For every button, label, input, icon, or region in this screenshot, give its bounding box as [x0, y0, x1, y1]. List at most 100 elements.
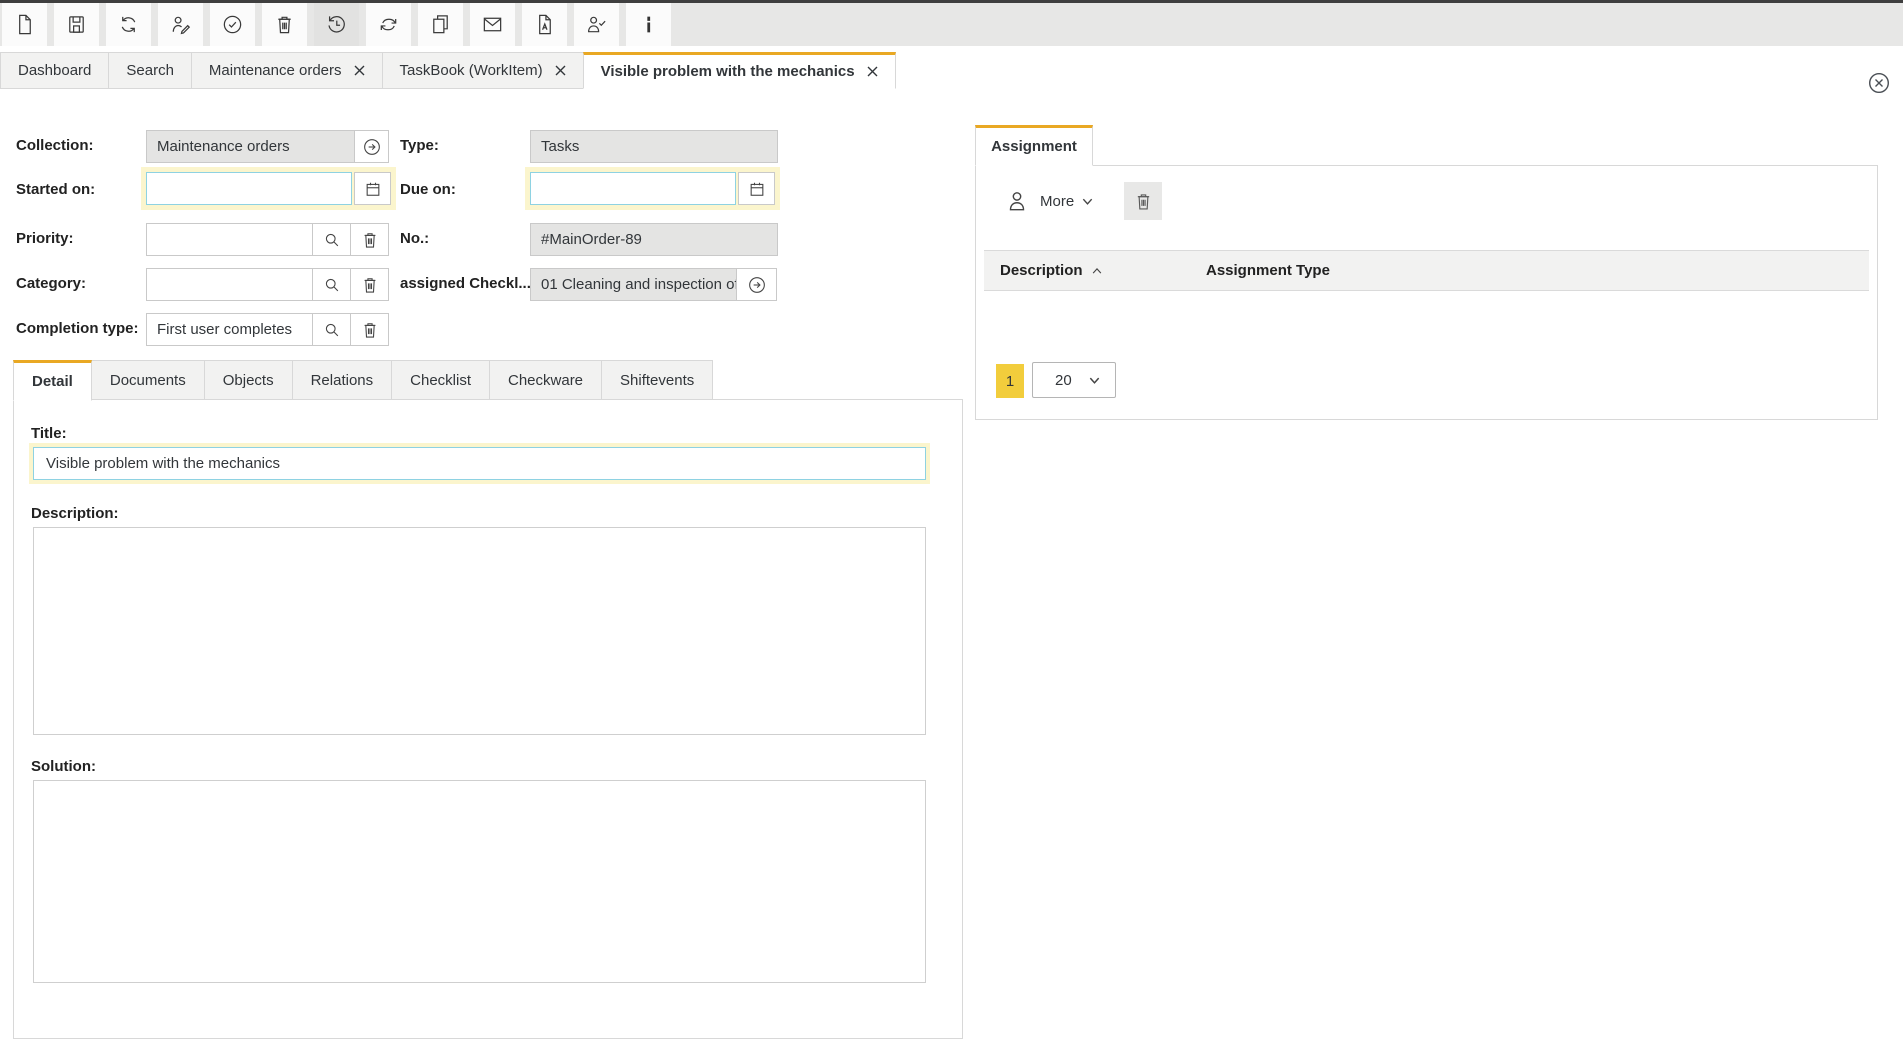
approve-user-button[interactable]: [574, 3, 619, 46]
person-icon: [1004, 188, 1030, 214]
collection-open-button[interactable]: [354, 130, 389, 163]
trash-icon: [273, 13, 296, 36]
started-on-input[interactable]: [146, 172, 352, 205]
tab-taskbook-workitem[interactable]: TaskBook (WorkItem): [382, 52, 584, 89]
tab-objects[interactable]: Objects: [204, 360, 293, 400]
workspace-tabbar: Dashboard Search Maintenance orders Task…: [0, 52, 896, 89]
pdf-page-icon: [533, 13, 556, 36]
tab-label: TaskBook (WorkItem): [400, 62, 543, 79]
type-field: Tasks: [530, 130, 778, 163]
tab-relations[interactable]: Relations: [292, 360, 393, 400]
tab-maintenance-orders[interactable]: Maintenance orders: [191, 52, 383, 89]
tab-visible-problem[interactable]: Visible problem with the mechanics: [583, 52, 896, 89]
completion-type-label: Completion type:: [16, 320, 139, 337]
tab-shiftevents[interactable]: Shiftevents: [601, 360, 713, 400]
completion-type-search-button[interactable]: [312, 313, 351, 346]
calendar-icon: [363, 179, 383, 199]
close-workspace-button[interactable]: [1867, 71, 1891, 95]
column-label: Assignment Type: [1206, 262, 1330, 279]
category-search-button[interactable]: [312, 268, 351, 301]
history-button[interactable]: [314, 3, 359, 46]
copy-pages-icon: [429, 13, 452, 36]
tab-label: Visible problem with the mechanics: [601, 63, 855, 80]
chevron-down-icon: [1081, 195, 1094, 208]
complete-button[interactable]: [210, 3, 255, 46]
priority-input[interactable]: [146, 223, 313, 256]
trash-icon: [360, 320, 380, 340]
close-icon[interactable]: [354, 65, 365, 76]
category-input[interactable]: [146, 268, 313, 301]
check-circle-icon: [221, 13, 244, 36]
trash-icon: [360, 230, 380, 250]
assigned-checklist-open-button[interactable]: [736, 268, 777, 301]
title-input[interactable]: [33, 447, 926, 480]
started-on-field-group: [141, 167, 396, 210]
tab-detail[interactable]: Detail: [13, 360, 92, 401]
no-field-group: #MainOrder-89: [530, 223, 778, 256]
info-button[interactable]: [626, 3, 671, 46]
due-on-calendar-button[interactable]: [738, 172, 775, 205]
tab-assignment[interactable]: Assignment: [975, 125, 1093, 166]
tab-checkware[interactable]: Checkware: [489, 360, 602, 400]
subtab-label: Objects: [223, 372, 274, 389]
chevron-down-icon: [1088, 374, 1101, 387]
pdf-export-button[interactable]: [522, 3, 567, 46]
title-label: Title:: [31, 425, 67, 442]
category-label: Category:: [16, 275, 86, 292]
subtab-label: Detail: [32, 373, 73, 390]
assigned-checklist-field: 01 Cleaning and inspection of t: [530, 268, 737, 301]
assigned-checklist-field-group: 01 Cleaning and inspection of t: [530, 268, 777, 301]
priority-search-button[interactable]: [312, 223, 351, 256]
edit-user-button[interactable]: [158, 3, 203, 46]
save-button[interactable]: [54, 3, 99, 46]
column-header-description[interactable]: Description: [984, 262, 1206, 279]
tab-search[interactable]: Search: [108, 52, 192, 89]
delete-button[interactable]: [262, 3, 307, 46]
close-icon[interactable]: [555, 65, 566, 76]
tab-label: Maintenance orders: [209, 62, 342, 79]
new-document-button[interactable]: [2, 3, 47, 46]
main-toolbar: [0, 3, 1903, 46]
completion-type-input[interactable]: [146, 313, 313, 346]
assignment-table-header: Description Assignment Type: [984, 250, 1869, 291]
completion-type-clear-button[interactable]: [350, 313, 389, 346]
due-on-input[interactable]: [530, 172, 736, 205]
user-check-icon: [585, 13, 608, 36]
description-textarea[interactable]: [33, 527, 926, 735]
tab-documents[interactable]: Documents: [91, 360, 205, 400]
detail-tabbar: Detail Documents Objects Relations Check…: [13, 360, 713, 400]
completion-type-field-group: [146, 313, 389, 346]
started-on-label: Started on:: [16, 181, 95, 198]
subtab-label: Documents: [110, 372, 186, 389]
remove-assignment-button[interactable]: [1124, 182, 1162, 220]
started-on-calendar-button[interactable]: [354, 172, 391, 205]
calendar-icon: [747, 179, 767, 199]
tab-checklist[interactable]: Checklist: [391, 360, 490, 400]
category-clear-button[interactable]: [350, 268, 389, 301]
tab-dashboard[interactable]: Dashboard: [0, 52, 109, 89]
sync-arrows-icon: [117, 13, 140, 36]
collection-label: Collection:: [16, 137, 94, 154]
assignment-toolbar: More: [998, 182, 1162, 220]
priority-field-group: [146, 223, 389, 256]
page-1-button[interactable]: 1: [996, 364, 1024, 398]
close-icon[interactable]: [867, 66, 878, 77]
collection-field-group: Maintenance orders: [146, 130, 389, 163]
refresh-button[interactable]: [106, 3, 151, 46]
category-field-group: [146, 268, 389, 301]
trash-icon: [1133, 191, 1154, 212]
email-button[interactable]: [470, 3, 515, 46]
priority-clear-button[interactable]: [350, 223, 389, 256]
assignment-tab-label: Assignment: [991, 138, 1077, 155]
user-pencil-icon: [169, 13, 192, 36]
more-menu-button[interactable]: More: [1040, 193, 1094, 210]
copy-button[interactable]: [418, 3, 463, 46]
assignment-panel: More Description Assignment Type 1 20: [975, 165, 1878, 420]
add-person-button[interactable]: [998, 182, 1036, 220]
column-header-assignment-type[interactable]: Assignment Type: [1206, 262, 1330, 279]
solution-textarea[interactable]: [33, 780, 926, 983]
blank-page-icon: [13, 13, 36, 36]
page-size-select[interactable]: 20: [1032, 362, 1116, 398]
undo-clock-icon: [325, 13, 348, 36]
redo-button[interactable]: [366, 3, 411, 46]
